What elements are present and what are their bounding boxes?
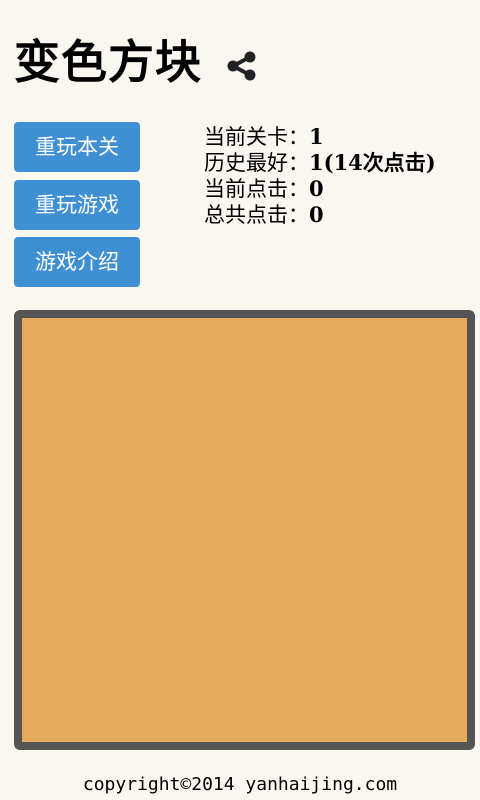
current-clicks-row: 当前点击：0 [204, 176, 436, 202]
total-clicks-row: 总共点击：0 [204, 202, 436, 228]
current-level-row: 当前关卡：1 [204, 124, 436, 150]
game-board[interactable] [14, 310, 475, 750]
game-title: 变色方块 [14, 35, 202, 89]
replay-level-button[interactable]: 重玩本关 [14, 122, 140, 172]
share-icon[interactable] [225, 50, 259, 82]
copyright-footer: copyright©2014 yanhaijing.com [82, 774, 398, 795]
best-record-label: 历史最好： [204, 151, 309, 175]
current-level-value: 1 [309, 124, 324, 149]
best-record-value: 1(14次点击) [309, 150, 436, 175]
current-level-label: 当前关卡： [204, 125, 309, 149]
current-clicks-label: 当前点击： [204, 177, 309, 201]
best-record-row: 历史最好：1(14次点击) [204, 150, 436, 176]
game-intro-button[interactable]: 游戏介绍 [14, 237, 140, 287]
replay-game-button[interactable]: 重玩游戏 [14, 180, 140, 230]
stats-panel: 当前关卡：1 历史最好：1(14次点击) 当前点击：0 总共点击：0 [204, 124, 436, 228]
total-clicks-label: 总共点击： [204, 203, 309, 227]
current-clicks-value: 0 [309, 176, 324, 201]
total-clicks-value: 0 [309, 202, 324, 227]
